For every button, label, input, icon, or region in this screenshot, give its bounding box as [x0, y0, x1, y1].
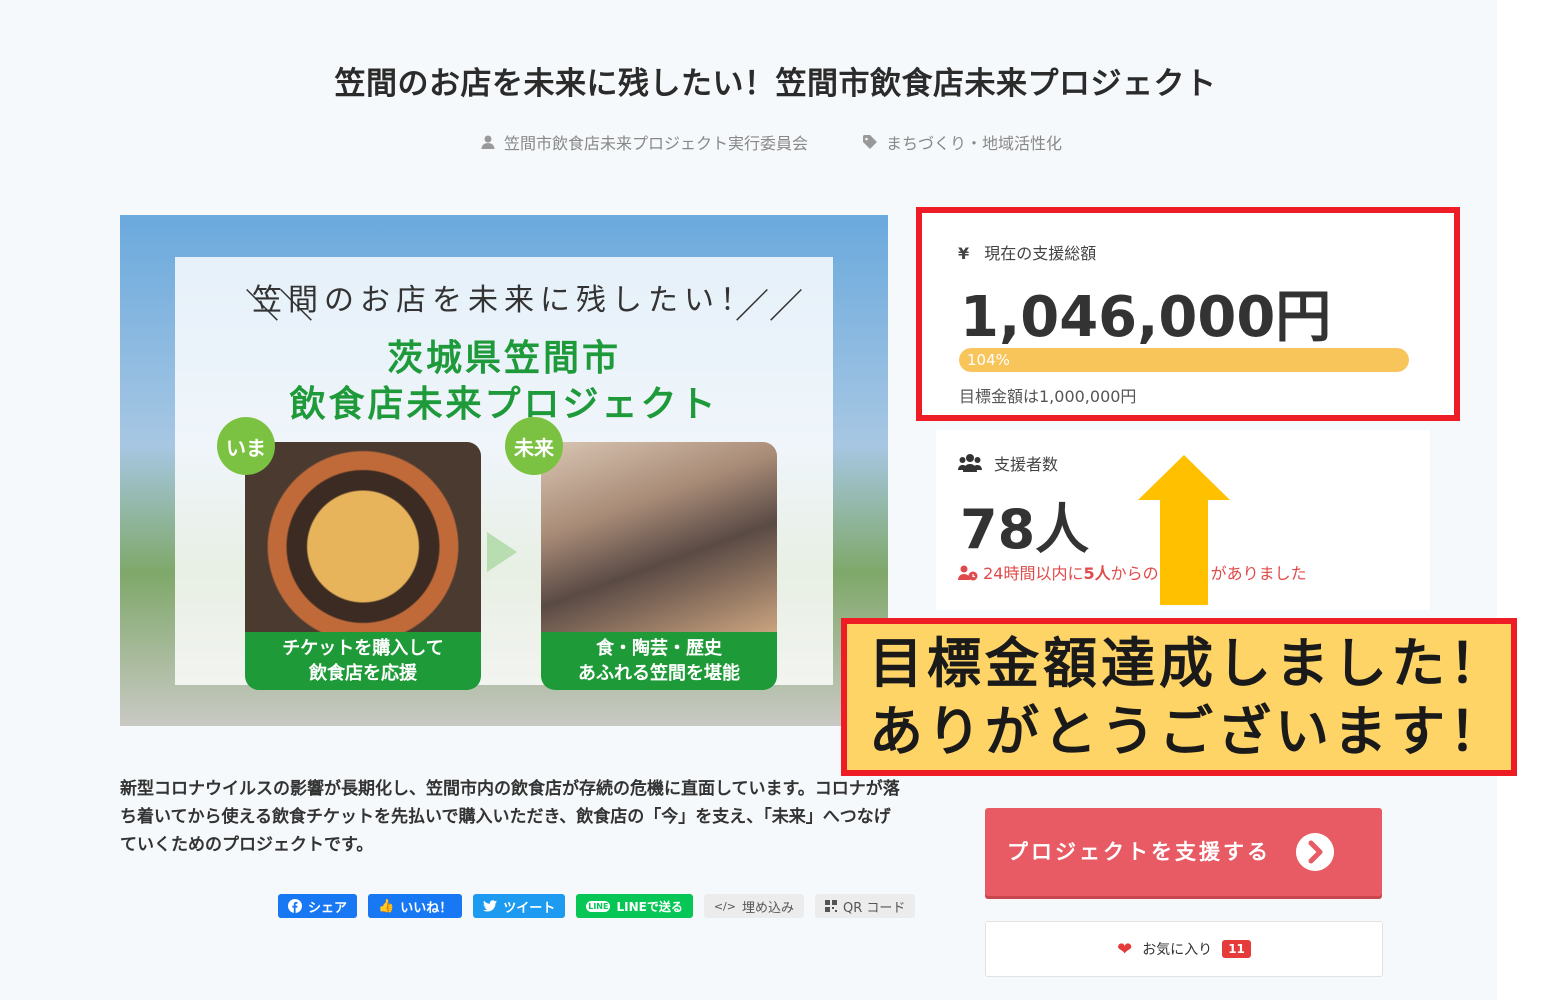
funding-goal: 目標金額は1,000,000円 [959, 387, 1137, 406]
facebook-share-button[interactable]: シェア [278, 894, 358, 918]
food-photo [245, 442, 481, 632]
support-project-label: プロジェクトを支援する [1007, 840, 1271, 864]
hero-panel: ＼＼ 笠間のお店を未来に残したい！ ／／ 茨城県笠間市 飲食店未来プロジェクト … [175, 257, 833, 690]
future-badge: 未来 [505, 417, 563, 475]
right-caption-line2: あふれる笠間を堪能 [578, 663, 740, 684]
hero-title-line1: 茨城県笠間市 [386, 338, 621, 379]
recent-support-note: 24時間以内に5人からの がありました [958, 560, 1307, 584]
facebook-like-button[interactable]: 👍 いいね！ [368, 894, 463, 918]
now-badge: いま [217, 417, 275, 475]
supporters-count: 78人 [960, 498, 1090, 561]
tweet-button[interactable]: ツイート [473, 894, 566, 918]
funding-label: 現在の支援総額 [984, 244, 1097, 263]
project-description: 新型コロナウイルスの影響が長期化し、笠間市内の飲食店が存続の危機に直面しています… [120, 779, 900, 855]
up-arrow-icon [1138, 455, 1230, 605]
favorite-label: お気に入り [1142, 942, 1213, 958]
favorite-button[interactable]: ❤ お気に入り 11 [985, 921, 1383, 977]
heart-icon: ❤ [1117, 938, 1133, 960]
tweet-label: ツイート [503, 900, 556, 916]
thumbs-up-icon: 👍 [378, 898, 395, 914]
qr-code-icon [824, 900, 837, 912]
line-share-button[interactable]: LINE LINEで送る [576, 894, 693, 918]
twitter-bird-icon [483, 900, 498, 912]
supporters-label-row: 支援者数 [958, 451, 1058, 475]
pottery-photo [541, 442, 777, 632]
users-icon [958, 454, 982, 472]
share-buttons: シェア 👍 いいね！ ツイート LINE LINEで送る </> 埋め込み QR… [278, 894, 916, 918]
yen-icon: ¥ [958, 244, 970, 263]
project-category[interactable]: まちづくり・地域活性化 [862, 130, 1062, 154]
facebook-share-label: シェア [308, 900, 348, 916]
page-title: 笠間のお店を未来に残したい！笠間市飲食店未来プロジェクト [334, 66, 1217, 102]
project-owner[interactable]: 笠間市飲食店未来プロジェクト実行委員会 [480, 130, 808, 154]
hero-title-line2: 飲食店未来プロジェクト [289, 384, 719, 425]
project-owner-name: 笠間市飲食店未来プロジェクト実行委員会 [504, 134, 809, 153]
left-caption: チケットを購入して 飲食店を応援 [245, 632, 481, 690]
left-caption-line2: 飲食店を応援 [309, 663, 417, 684]
right-arrow-icon [487, 532, 517, 572]
user-icon [481, 135, 495, 149]
facebook-like-label: いいね！ [400, 900, 453, 916]
right-caption: 食・陶芸・歴史 あふれる笠間を堪能 [541, 632, 777, 690]
funding-progress-bar [959, 348, 1409, 372]
supporters-label: 支援者数 [994, 455, 1059, 474]
chevron-right-circle-icon [1296, 833, 1334, 871]
tagline-right-mark: ／／ [735, 287, 803, 327]
project-category-name: まちづくり・地域活性化 [886, 134, 1063, 153]
embed-button[interactable]: </> 埋め込み [703, 894, 804, 918]
right-caption-line1: 食・陶芸・歴史 [596, 638, 722, 659]
funding-progress-fill [959, 348, 1409, 372]
line-share-label: LINEで送る [616, 899, 683, 914]
recent-number: 5人 [1083, 564, 1111, 583]
favorite-count: 11 [1222, 940, 1251, 958]
qr-code-label: QR コード [842, 900, 906, 916]
announcement-line1: 目標金額達成しました！ [869, 632, 1507, 695]
code-icon: </> [713, 899, 736, 913]
facebook-icon [288, 899, 302, 913]
funding-percent: 104% [967, 351, 1010, 369]
goal-achieved-announcement: 目標金額達成しました！ ありがとうございます！ [841, 618, 1517, 776]
funding-label-row: ¥ 現在の支援総額 [958, 240, 1096, 264]
tag-icon [863, 135, 877, 149]
line-icon: LINE [586, 900, 611, 912]
project-main-image: ＼＼ 笠間のお店を未来に残したい！ ／／ 茨城県笠間市 飲食店未来プロジェクト … [120, 215, 888, 726]
embed-label: 埋め込み [741, 900, 794, 916]
recent-prefix: 24時間以内に [983, 564, 1084, 583]
qr-code-button[interactable]: QR コード [814, 894, 916, 918]
support-project-button[interactable]: プロジェクトを支援する [985, 808, 1382, 896]
user-clock-icon [958, 565, 978, 581]
left-caption-line1: チケットを購入して [282, 638, 444, 659]
announcement-line2: ありがとうございます！ [869, 700, 1507, 763]
funding-amount: 1,046,000円 [960, 285, 1332, 350]
